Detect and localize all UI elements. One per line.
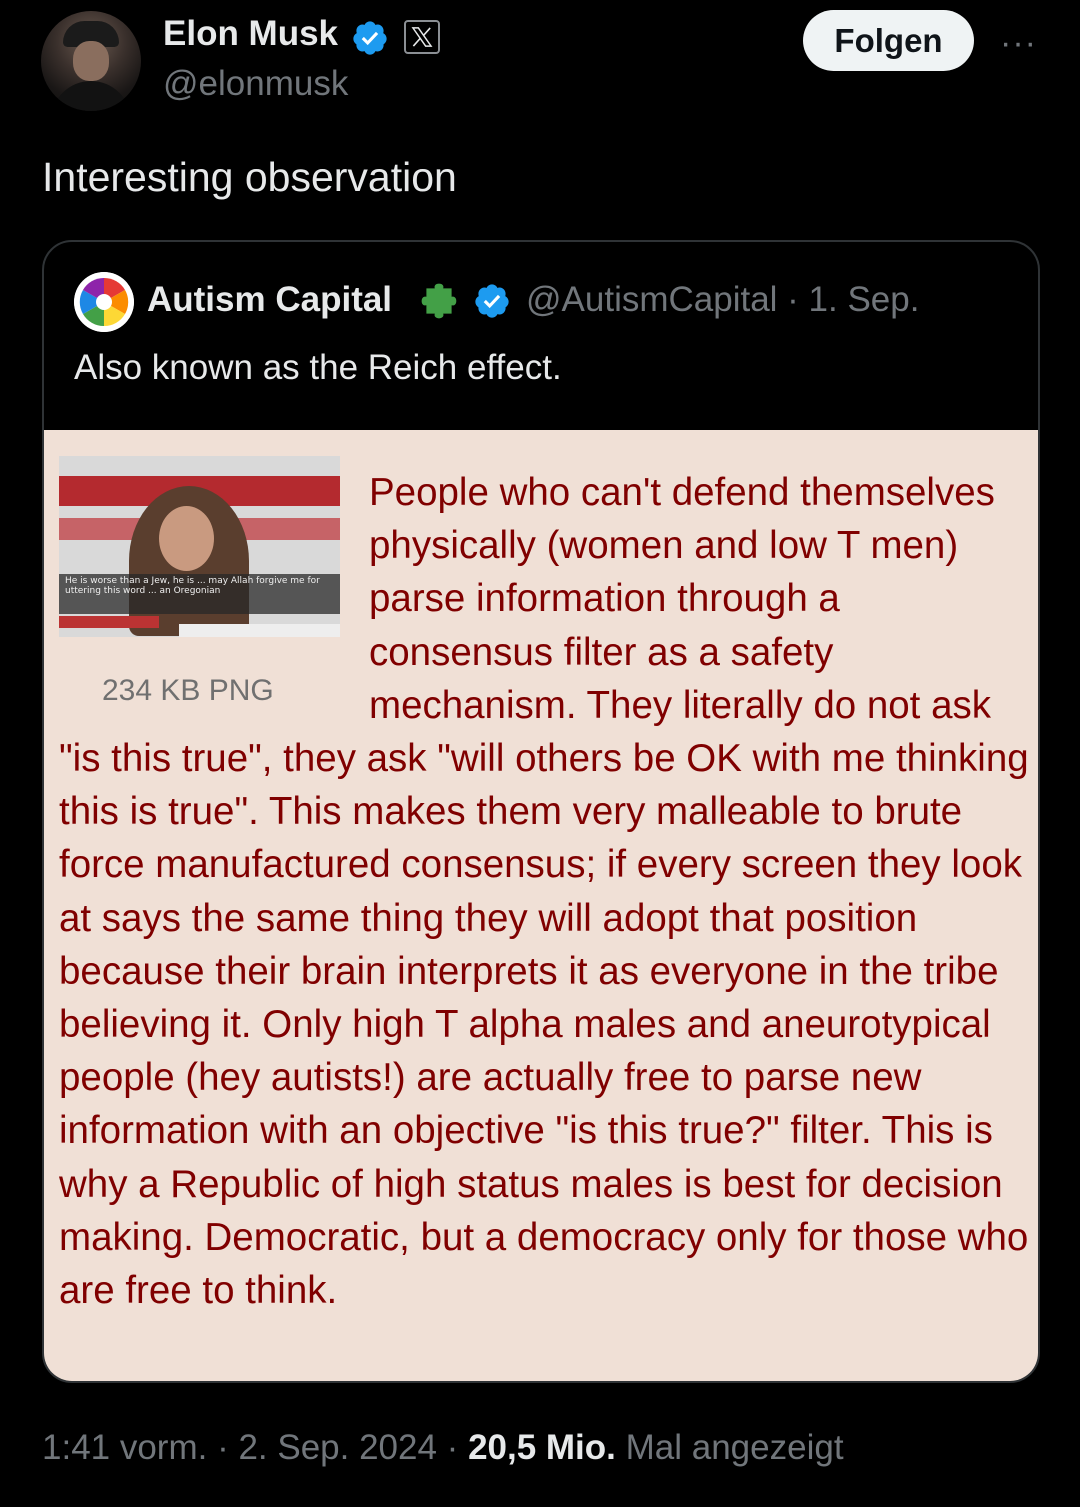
quoted-verified-badge-icon — [475, 284, 509, 318]
quoted-author-name[interactable]: Autism Capital — [147, 280, 392, 320]
more-options-icon[interactable]: ··· — [1000, 24, 1037, 63]
quoted-author-avatar[interactable] — [74, 272, 134, 332]
verified-badge-icon — [353, 21, 387, 55]
author-name[interactable]: Elon Musk — [163, 14, 338, 54]
puzzle-piece-icon — [421, 283, 457, 319]
view-count-label: Mal angezeigt — [625, 1428, 844, 1467]
follow-button[interactable]: Folgen — [803, 10, 974, 71]
quoted-handle-date[interactable]: @AutismCapital · 1. Sep. — [526, 280, 919, 320]
quoted-media-image[interactable]: He is worse than a Jew, he is ... may Al… — [44, 430, 1038, 1381]
x-logo-icon — [411, 27, 433, 47]
timestamp[interactable]: 1:41 vorm. · 2. Sep. 2024 · — [42, 1428, 458, 1467]
rainbow-puzzle-icon — [74, 272, 134, 332]
tweet-text: Interesting observation — [42, 154, 457, 200]
x-affiliation-icon[interactable] — [404, 20, 440, 54]
author-handle[interactable]: @elonmusk — [163, 64, 348, 104]
author-avatar[interactable] — [41, 11, 141, 111]
post-body-text: People who can't defend themselves physi… — [59, 466, 1034, 1317]
thumbnail-spacer — [59, 466, 369, 732]
tweet-meta: 1:41 vorm. · 2. Sep. 2024 · 20,5 Mio. Ma… — [42, 1428, 844, 1468]
view-count: 20,5 Mio. — [468, 1428, 616, 1467]
quoted-tweet-text: Also known as the Reich effect. — [74, 348, 562, 387]
quoted-tweet[interactable]: Autism Capital @AutismCapital · 1. Sep. … — [42, 240, 1040, 1383]
avatar-face — [73, 41, 109, 81]
avatar-shirt — [51, 81, 131, 111]
